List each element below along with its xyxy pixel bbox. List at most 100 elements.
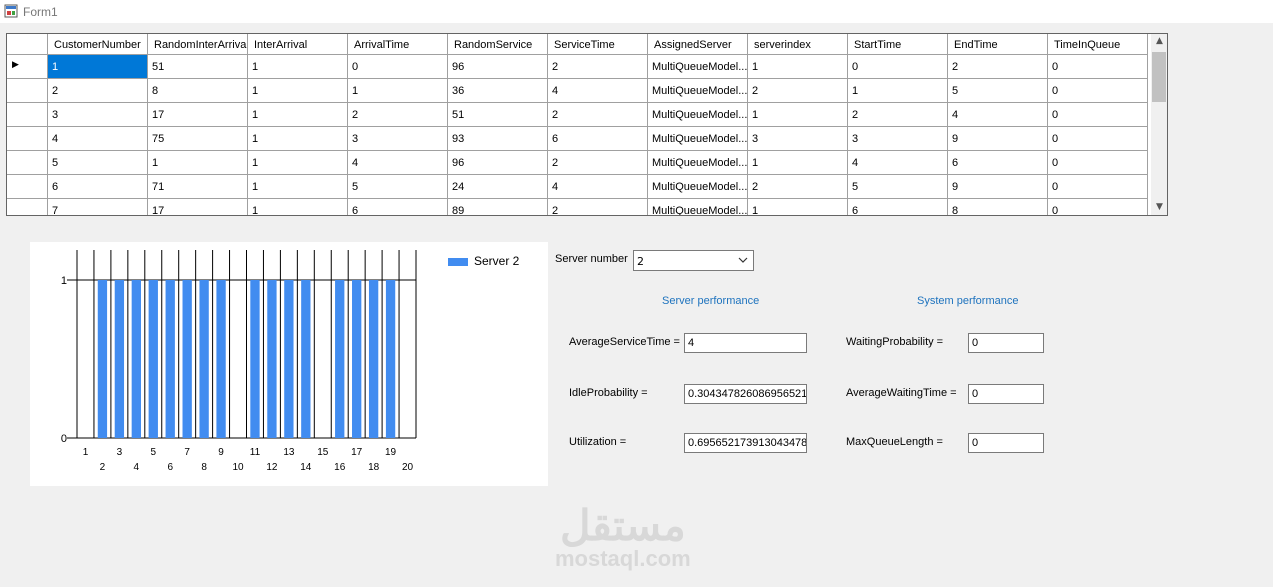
table-cell[interactable]: 3 xyxy=(748,127,848,151)
table-row[interactable]: 3 17 1 2 51 2 MultiQueueModel... 1 2 4 0 xyxy=(7,103,1151,127)
table-cell[interactable]: MultiQueueModel... xyxy=(648,127,748,151)
table-cell[interactable]: 6 xyxy=(948,151,1048,175)
table-cell[interactable]: 1 xyxy=(248,175,348,199)
utilization-field[interactable]: 0.695652173913043478 xyxy=(684,433,807,453)
grid-vertical-scrollbar[interactable]: ▲ ▼ xyxy=(1151,34,1167,215)
server-number-dropdown[interactable]: 2 xyxy=(633,250,754,271)
table-cell[interactable]: 96 xyxy=(448,55,548,79)
table-cell[interactable]: 5 xyxy=(848,175,948,199)
idle-probability-field[interactable]: 0.304347826086956521 xyxy=(684,384,807,404)
table-cell[interactable]: 2 xyxy=(748,175,848,199)
table-cell[interactable]: 89 xyxy=(448,199,548,215)
table-cell[interactable]: 2 xyxy=(748,79,848,103)
table-cell[interactable]: 1 xyxy=(248,151,348,175)
table-cell[interactable]: 1 xyxy=(348,79,448,103)
table-cell[interactable]: 3 xyxy=(348,127,448,151)
table-cell[interactable]: MultiQueueModel... xyxy=(648,103,748,127)
table-cell[interactable]: MultiQueueModel... xyxy=(648,55,748,79)
customer-data-grid[interactable]: CustomerNumber RandomInterArrival InterArr… xyxy=(6,33,1168,216)
table-cell[interactable]: 6 xyxy=(48,175,148,199)
max-queue-length-field[interactable]: 0 xyxy=(968,433,1044,453)
table-cell[interactable]: 4 xyxy=(548,175,648,199)
table-cell[interactable]: 8 xyxy=(148,79,248,103)
average-waiting-time-field[interactable]: 0 xyxy=(968,384,1044,404)
row-header[interactable]: ▶ xyxy=(7,55,48,79)
row-header[interactable] xyxy=(7,127,48,151)
table-cell[interactable]: 1 xyxy=(748,55,848,79)
table-row[interactable]: 2 8 1 1 36 4 MultiQueueModel... 2 1 5 0 xyxy=(7,79,1151,103)
table-cell[interactable]: 6 xyxy=(548,127,648,151)
table-row[interactable]: 6 71 1 5 24 4 MultiQueueModel... 2 5 9 0 xyxy=(7,175,1151,199)
table-cell[interactable]: 2 xyxy=(848,103,948,127)
scroll-down-arrow-icon[interactable]: ▼ xyxy=(1154,202,1165,213)
table-cell[interactable]: 51 xyxy=(448,103,548,127)
table-cell[interactable]: 1 xyxy=(248,127,348,151)
table-cell[interactable]: 1 xyxy=(748,151,848,175)
table-cell[interactable]: 1 xyxy=(748,103,848,127)
table-cell[interactable]: 17 xyxy=(148,103,248,127)
table-cell[interactable]: 4 xyxy=(948,103,1048,127)
table-cell[interactable]: 0 xyxy=(1048,127,1148,151)
table-cell[interactable]: MultiQueueModel... xyxy=(648,79,748,103)
table-cell[interactable]: 2 xyxy=(48,79,148,103)
table-cell[interactable]: 8 xyxy=(948,199,1048,215)
table-cell[interactable]: 3 xyxy=(48,103,148,127)
table-cell[interactable]: 2 xyxy=(348,103,448,127)
scroll-up-arrow-icon[interactable]: ▲ xyxy=(1154,36,1165,47)
table-cell[interactable]: 5 xyxy=(348,175,448,199)
row-header[interactable] xyxy=(7,79,48,103)
table-cell[interactable]: 5 xyxy=(48,151,148,175)
table-cell[interactable]: 4 xyxy=(348,151,448,175)
column-header-assignedserver[interactable]: AssignedServer xyxy=(648,34,748,55)
table-cell[interactable]: 1 xyxy=(748,199,848,215)
row-header[interactable] xyxy=(7,175,48,199)
table-cell[interactable]: 1 xyxy=(248,103,348,127)
row-header[interactable] xyxy=(7,199,48,215)
table-cell[interactable]: MultiQueueModel... xyxy=(648,199,748,215)
table-cell[interactable]: 2 xyxy=(548,151,648,175)
waiting-probability-field[interactable]: 0 xyxy=(968,333,1044,353)
table-cell[interactable]: 75 xyxy=(148,127,248,151)
table-row[interactable]: ▶ 1 51 1 0 96 2 MultiQueueModel... 1 0 2 0 xyxy=(7,55,1151,79)
column-header-servicetime[interactable]: ServiceTime xyxy=(548,34,648,55)
table-cell[interactable]: 2 xyxy=(948,55,1048,79)
table-cell[interactable]: 2 xyxy=(548,199,648,215)
table-cell[interactable]: 1 xyxy=(848,79,948,103)
table-cell[interactable]: 0 xyxy=(1048,79,1148,103)
table-cell[interactable]: 6 xyxy=(848,199,948,215)
table-cell[interactable]: MultiQueueModel... xyxy=(648,151,748,175)
table-cell[interactable]: 0 xyxy=(1048,199,1148,215)
table-cell[interactable]: 7 xyxy=(48,199,148,215)
table-cell[interactable]: 1 xyxy=(248,55,348,79)
scroll-thumb[interactable] xyxy=(1152,52,1166,102)
table-cell[interactable]: 36 xyxy=(448,79,548,103)
table-cell[interactable]: 3 xyxy=(848,127,948,151)
column-header-arrivaltime[interactable]: ArrivalTime xyxy=(348,34,448,55)
table-row[interactable]: 4 75 1 3 93 6 MultiQueueModel... 3 3 9 0 xyxy=(7,127,1151,151)
table-cell[interactable]: 1 xyxy=(48,55,148,79)
row-header[interactable] xyxy=(7,103,48,127)
table-cell[interactable]: 51 xyxy=(148,55,248,79)
table-cell[interactable]: 96 xyxy=(448,151,548,175)
table-row[interactable]: 5 1 1 4 96 2 MultiQueueModel... 1 4 6 0 xyxy=(7,151,1151,175)
table-cell[interactable]: 9 xyxy=(948,127,1048,151)
table-cell[interactable]: 6 xyxy=(348,199,448,215)
table-cell[interactable]: 0 xyxy=(348,55,448,79)
table-cell[interactable]: 17 xyxy=(148,199,248,215)
table-cell[interactable]: MultiQueueModel... xyxy=(648,175,748,199)
column-header-interarrival[interactable]: InterArrival xyxy=(248,34,348,55)
column-header-serverindex[interactable]: serverindex xyxy=(748,34,848,55)
column-header-timeinqueue[interactable]: TimeInQueue xyxy=(1048,34,1148,55)
table-cell[interactable]: 9 xyxy=(948,175,1048,199)
column-header-endtime[interactable]: EndTime xyxy=(948,34,1048,55)
column-header-randominterarrival[interactable]: RandomInterArrival xyxy=(148,34,248,55)
table-cell[interactable]: 1 xyxy=(248,79,348,103)
table-row[interactable]: 7 17 1 6 89 2 MultiQueueModel... 1 6 8 0 xyxy=(7,199,1151,215)
table-cell[interactable]: 0 xyxy=(1048,55,1148,79)
column-header-starttime[interactable]: StartTime xyxy=(848,34,948,55)
table-cell[interactable]: 4 xyxy=(48,127,148,151)
table-cell[interactable]: 4 xyxy=(848,151,948,175)
table-cell[interactable]: 1 xyxy=(248,199,348,215)
table-cell[interactable]: 2 xyxy=(548,103,648,127)
table-cell[interactable]: 1 xyxy=(148,151,248,175)
